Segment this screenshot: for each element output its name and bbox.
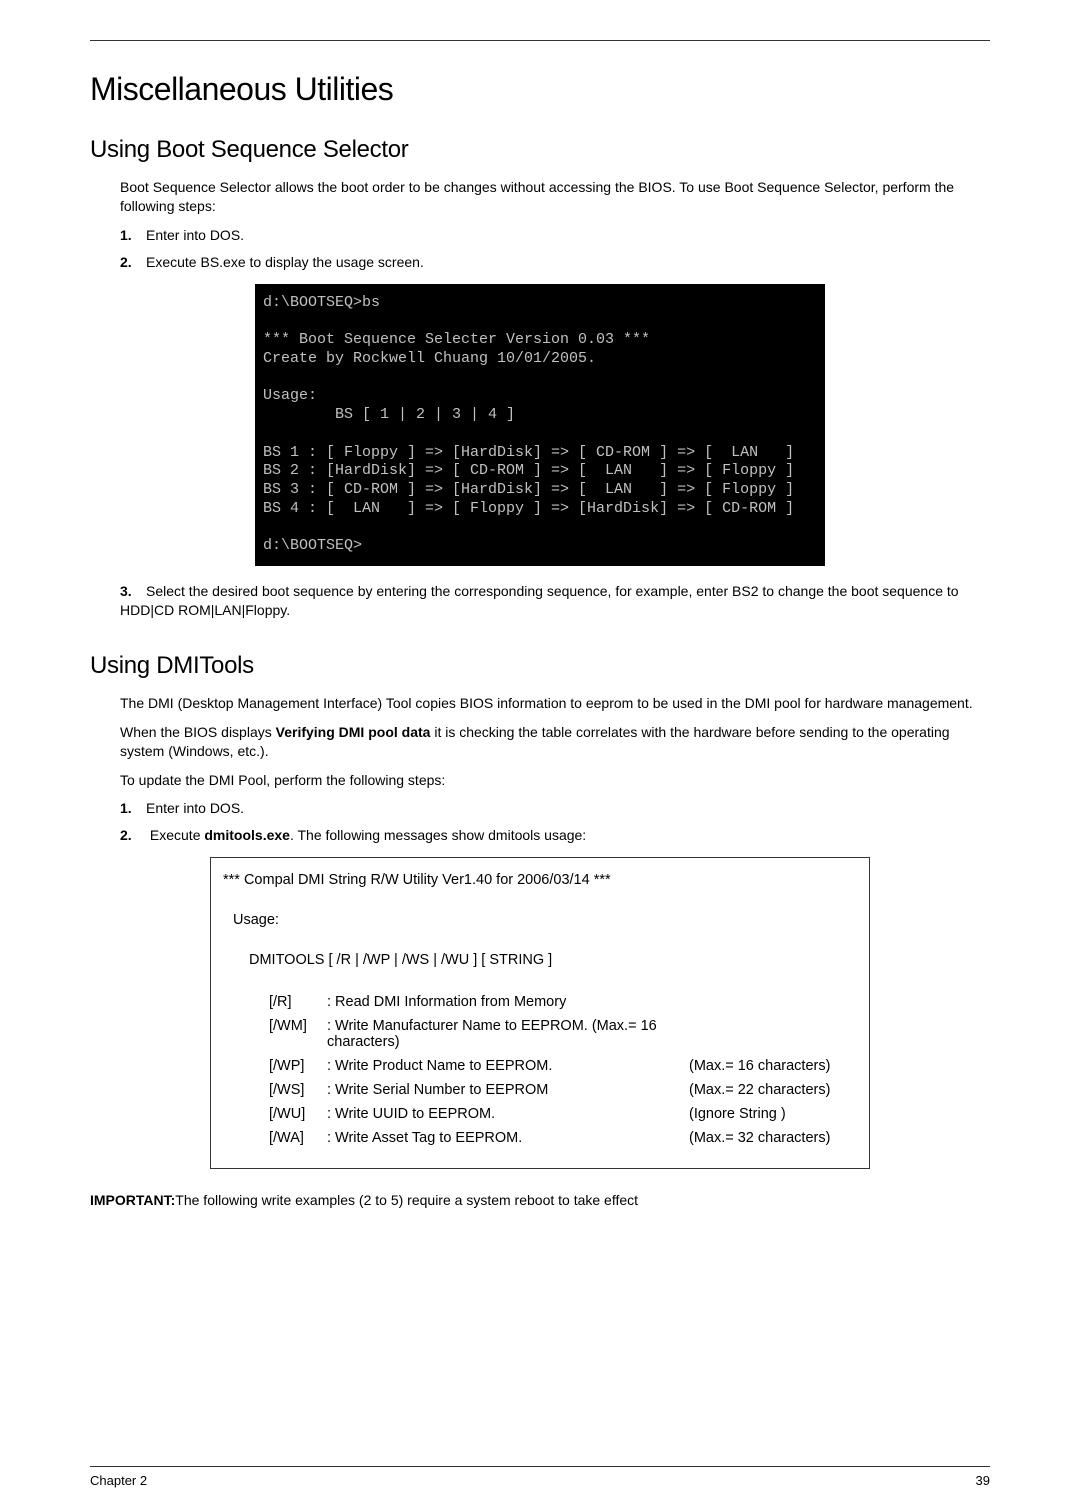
footer-page-number: 39: [976, 1473, 990, 1488]
section-heading-dmitools: Using DMITools: [90, 652, 990, 680]
usage-option-row: [/WM] : Write Manufacturer Name to EEPRO…: [211, 1014, 869, 1054]
usage-option-flag: [/R]: [269, 994, 327, 1010]
dmitools-steps: Enter into DOS. Execute dmitools.exe. Th…: [120, 799, 990, 845]
top-rule: [90, 40, 990, 41]
boot-sequence-steps-cont: Select the desired boot sequence by ente…: [120, 582, 990, 620]
important-label: IMPORTANT:: [90, 1192, 175, 1208]
usage-label: Usage:: [211, 910, 869, 930]
text-fragment: When the BIOS displays: [120, 724, 276, 740]
bold-term: dmitools.exe: [204, 827, 290, 843]
text-fragment: Execute: [150, 827, 204, 843]
usage-option-flag: [/WS]: [269, 1082, 327, 1098]
usage-option-note: [689, 994, 869, 1010]
important-text: The following write examples (2 to 5) re…: [175, 1192, 638, 1208]
bold-term: Verifying DMI pool data: [276, 724, 431, 740]
usage-option-desc: : Write UUID to EEPROM.: [327, 1106, 689, 1122]
usage-option-row: [/WA] : Write Asset Tag to EEPROM. (Max.…: [211, 1126, 869, 1150]
usage-option-row: [/WS] : Write Serial Number to EEPROM (M…: [211, 1078, 869, 1102]
usage-headline: *** Compal DMI String R/W Utility Ver1.4…: [211, 870, 869, 890]
list-item: Enter into DOS.: [120, 799, 990, 818]
usage-option-desc: : Write Product Name to EEPROM.: [327, 1058, 689, 1074]
dmitools-p3: To update the DMI Pool, perform the foll…: [120, 771, 990, 790]
usage-option-note: (Max.= 32 characters): [689, 1130, 869, 1146]
page-heading: Miscellaneous Utilities: [90, 71, 990, 108]
usage-option-row: [/R] : Read DMI Information from Memory: [211, 990, 869, 1014]
usage-option-flag: [/WM]: [269, 1018, 327, 1050]
usage-option-flag: [/WU]: [269, 1106, 327, 1122]
usage-option-desc: : Write Asset Tag to EEPROM.: [327, 1130, 689, 1146]
usage-option-desc: : Write Manufacturer Name to EEPROM. (Ma…: [327, 1018, 689, 1050]
terminal-screenshot: d:\BOOTSEQ>bs *** Boot Sequence Selecter…: [255, 284, 825, 567]
dmitools-p1: The DMI (Desktop Management Interface) T…: [120, 694, 990, 713]
dmitools-p2: When the BIOS displays Verifying DMI poo…: [120, 723, 990, 761]
usage-option-note: (Ignore String ): [689, 1106, 869, 1122]
usage-option-row: [/WU] : Write UUID to EEPROM. (Ignore St…: [211, 1102, 869, 1126]
section-heading-boot-sequence: Using Boot Sequence Selector: [90, 136, 990, 164]
dmitools-usage-box: *** Compal DMI String R/W Utility Ver1.4…: [210, 857, 870, 1169]
important-note: IMPORTANT:The following write examples (…: [90, 1191, 990, 1210]
usage-option-note: (Max.= 16 characters): [689, 1058, 869, 1074]
page-footer: Chapter 2 39: [90, 1466, 990, 1488]
usage-option-flag: [/WA]: [269, 1130, 327, 1146]
boot-sequence-intro: Boot Sequence Selector allows the boot o…: [120, 178, 990, 216]
usage-option-row: [/WP] : Write Product Name to EEPROM. (M…: [211, 1054, 869, 1078]
usage-option-note: (Max.= 22 characters): [689, 1082, 869, 1098]
usage-option-desc: : Write Serial Number to EEPROM: [327, 1082, 689, 1098]
usage-command: DMITOOLS [ /R | /WP | /WS | /WU ] [ STRI…: [211, 950, 869, 970]
usage-option-flag: [/WP]: [269, 1058, 327, 1074]
list-item: Execute BS.exe to display the usage scre…: [120, 253, 990, 272]
footer-chapter: Chapter 2: [90, 1473, 147, 1488]
usage-option-desc: : Read DMI Information from Memory: [327, 994, 689, 1010]
list-item: Enter into DOS.: [120, 226, 990, 245]
usage-option-note: [689, 1018, 869, 1050]
boot-sequence-steps: Enter into DOS. Execute BS.exe to displa…: [120, 226, 990, 272]
text-fragment: . The following messages show dmitools u…: [290, 827, 586, 843]
list-item: Execute dmitools.exe. The following mess…: [120, 826, 990, 845]
list-item: Select the desired boot sequence by ente…: [120, 582, 990, 620]
